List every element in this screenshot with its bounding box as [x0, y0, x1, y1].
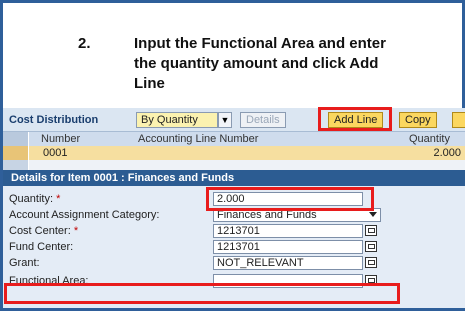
row-selector[interactable] [3, 160, 29, 170]
row-selector[interactable] [3, 146, 29, 160]
fund-center-row: Fund Center: 1213701 [3, 240, 465, 256]
fund-center-label: Fund Center: [9, 241, 74, 253]
table-row-empty [3, 160, 465, 170]
value-help-icon[interactable] [365, 257, 377, 268]
value-help-icon[interactable] [365, 241, 377, 252]
quantity-highlight [206, 187, 374, 211]
instruction-text: 2. Input the Functional Area and enter t… [78, 34, 408, 94]
grant-label: Grant: [9, 257, 40, 269]
quantity-label: Quantity: [9, 193, 54, 205]
row-quantity: 2.000 [433, 147, 461, 159]
add-line-highlight [318, 107, 392, 131]
assignment-category-label: Account Assignment Category: [9, 209, 160, 221]
chevron-down-icon[interactable] [369, 212, 377, 217]
grant-input[interactable]: NOT_RELEVANT [213, 256, 363, 270]
cost-center-input[interactable]: 1213701 [213, 224, 363, 238]
fund-center-input[interactable]: 1213701 [213, 240, 363, 254]
cost-distribution-toolbar: Cost Distribution By Quantity ▼ Details … [3, 108, 465, 132]
column-quantity: Quantity [409, 133, 450, 145]
step-number: 2. [78, 35, 91, 52]
required-marker: * [73, 225, 79, 237]
table-row[interactable]: 0001 2.000 [3, 146, 465, 160]
chevron-down-icon[interactable]: ▼ [218, 112, 232, 128]
step-description: Input the Functional Area and enter the … [134, 35, 386, 92]
distribution-select[interactable]: By Quantity [136, 112, 218, 128]
table-header: Number Accounting Line Number Quantity [3, 132, 465, 146]
toolbar-title: Cost Distribution [9, 114, 99, 126]
details-button[interactable]: Details [240, 112, 286, 128]
grant-row: Grant: NOT_RELEVANT [3, 256, 465, 272]
cost-center-row: Cost Center: * 1213701 [3, 224, 465, 240]
column-number: Number [41, 133, 81, 145]
functional-area-highlight [4, 283, 400, 304]
copy-button[interactable]: Copy [399, 112, 437, 128]
cost-center-label: Cost Center: [9, 225, 71, 237]
required-marker: * [56, 193, 61, 205]
value-help-icon[interactable] [365, 225, 377, 236]
select-all-cell[interactable] [3, 132, 29, 146]
more-button[interactable] [452, 112, 465, 128]
column-accounting-line: Accounting Line Number [138, 133, 259, 145]
details-section-title: Details for Item 0001 : Finances and Fun… [3, 170, 465, 186]
row-number: 0001 [43, 147, 68, 159]
